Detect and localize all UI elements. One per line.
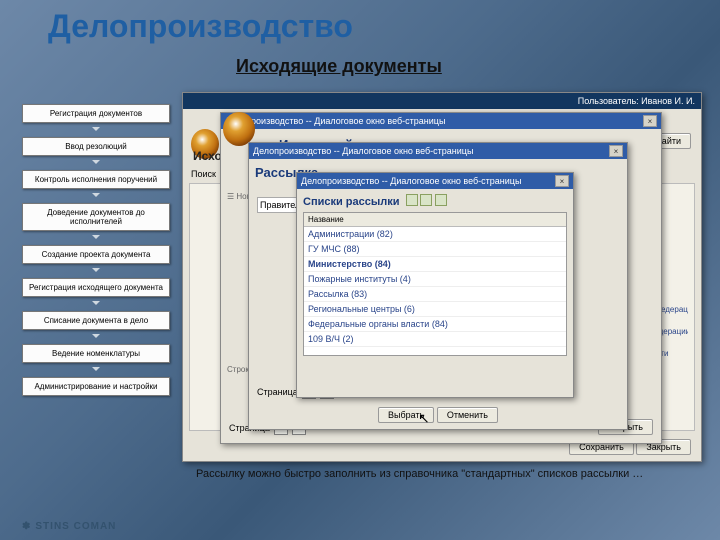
flow-step: Доведение документов до исполнителей: [22, 203, 170, 231]
edit-icon[interactable]: [420, 194, 432, 206]
close-icon[interactable]: ×: [643, 115, 657, 127]
table-row[interactable]: 109 В/Ч (2): [304, 332, 566, 347]
dialog-title: Делопроизводство -- Диалоговое окно веб-…: [225, 116, 445, 126]
table-row[interactable]: Региональные центры (6): [304, 302, 566, 317]
dialog-titlebar: Делопроизводство -- Диалоговое окно веб-…: [297, 173, 573, 189]
mouse-cursor-icon: ↖: [418, 410, 430, 427]
close-icon[interactable]: ×: [609, 145, 623, 157]
table-row[interactable]: Рассылка (83): [304, 287, 566, 302]
flow-step: Администрирование и настройки: [22, 377, 170, 396]
dialog-title: Делопроизводство -- Диалоговое окно веб-…: [301, 176, 521, 186]
vendor-logo: STINS COMAN: [22, 521, 116, 532]
table-row[interactable]: Пожарные институты (4): [304, 272, 566, 287]
flow-step: Регистрация исходящего документа: [22, 278, 170, 297]
flow-step: Контроль исполнения поручений: [22, 170, 170, 189]
table-row[interactable]: Администрации (82): [304, 227, 566, 242]
list-table: Название Администрации (82) ГУ МЧС (88) …: [303, 212, 567, 356]
emblem-icon: [223, 112, 255, 146]
cancel-button[interactable]: Отменить: [437, 407, 498, 423]
dialog-title: Делопроизводство -- Диалоговое окно веб-…: [253, 146, 473, 156]
user-label: Пользователь: Иванов И. И.: [578, 96, 695, 106]
flow-step: Ввод резолюций: [22, 137, 170, 156]
add-icon[interactable]: [406, 194, 418, 206]
dialog-spiski: Делопроизводство -- Диалоговое окно веб-…: [296, 172, 574, 398]
process-flow: Регистрация документов Ввод резолюций Ко…: [22, 104, 170, 410]
table-row[interactable]: Федеральные органы власти (84): [304, 317, 566, 332]
slide-subtitle: Исходящие документы: [236, 56, 442, 77]
dialog-titlebar: Делопроизводство -- Диалоговое окно веб-…: [249, 143, 627, 159]
flow-step: Списание документа в дело: [22, 311, 170, 330]
close-icon[interactable]: ×: [555, 175, 569, 187]
search-label: Поиск: [191, 169, 216, 179]
dialog-heading: Списки рассылки: [303, 196, 400, 208]
slide-caption: Рассылку можно быстро заполнить из справ…: [196, 468, 700, 480]
slide-title: Делопроизводство: [48, 8, 353, 45]
table-row[interactable]: Министерство (84): [304, 257, 566, 272]
flow-step: Ведение номенклатуры: [22, 344, 170, 363]
table-row[interactable]: ГУ МЧС (88): [304, 242, 566, 257]
dialog-titlebar: Делопроизводство -- Диалоговое окно веб-…: [221, 113, 661, 129]
flow-step: Создание проекта документа: [22, 245, 170, 264]
flow-step: Регистрация документов: [22, 104, 170, 123]
column-header[interactable]: Название: [304, 213, 566, 227]
delete-icon[interactable]: [435, 194, 447, 206]
app-header: Пользователь: Иванов И. И.: [183, 93, 701, 109]
